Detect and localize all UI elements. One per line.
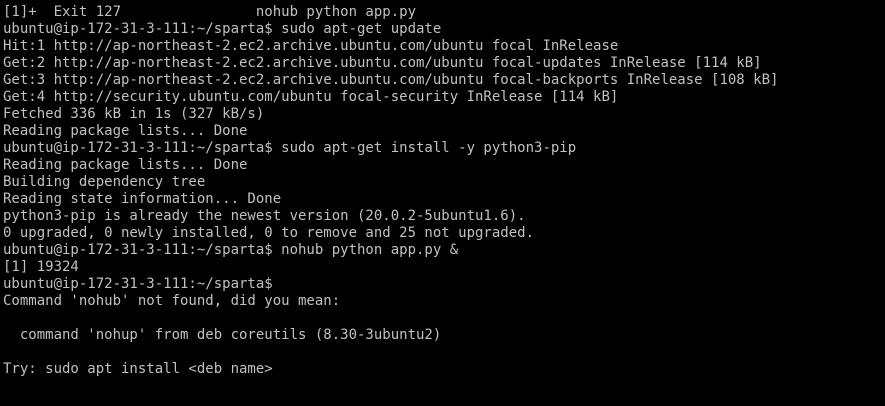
terminal-line-exit-status: [1]+ Exit 127 nohub python app.py [3, 4, 417, 20]
terminal-line-get-3: Get:3 http://ap-northeast-2.ec2.archive.… [3, 72, 779, 88]
terminal-line-get-2: Get:2 http://ap-northeast-2.ec2.archive.… [3, 55, 762, 71]
terminal-line-upgrade-summary: 0 upgraded, 0 newly installed, 0 to remo… [3, 225, 535, 241]
terminal-line-already-newest: python3-pip is already the newest versio… [3, 208, 526, 224]
terminal-line-building-tree: Building dependency tree [3, 174, 206, 190]
terminal-line-prompt-empty: ubuntu@ip-172-31-3-111:~/sparta$ [3, 276, 273, 292]
terminal-line-fetched: Fetched 336 kB in 1s (327 kB/s) [3, 106, 265, 122]
terminal-line-prompt-apt-update: ubuntu@ip-172-31-3-111:~/sparta$ sudo ap… [3, 21, 442, 37]
terminal-line-prompt-nohub: ubuntu@ip-172-31-3-111:~/sparta$ nohub p… [3, 242, 459, 258]
terminal-line-hit-1: Hit:1 http://ap-northeast-2.ec2.archive.… [3, 38, 619, 54]
terminal-line-reading-state: Reading state information... Done [3, 191, 282, 207]
terminal-line-job-pid: [1] 19324 [3, 259, 79, 275]
terminal-line-suggestion: command 'nohup' from deb coreutils (8.30… [3, 327, 442, 343]
terminal-line-prompt-apt-install: ubuntu@ip-172-31-3-111:~/sparta$ sudo ap… [3, 140, 577, 156]
terminal-line-reading-lists-2: Reading package lists... Done [3, 157, 248, 173]
terminal-line-reading-lists-1: Reading package lists... Done [3, 123, 248, 139]
terminal-line-get-4: Get:4 http://security.ubuntu.com/ubuntu … [3, 89, 619, 105]
terminal-window[interactable]: [1]+ Exit 127 nohub python app.py ubuntu… [0, 0, 885, 406]
terminal-line-try-install: Try: sudo apt install <deb name> [3, 361, 273, 377]
terminal-line-not-found: Command 'nohub' not found, did you mean: [3, 293, 341, 309]
